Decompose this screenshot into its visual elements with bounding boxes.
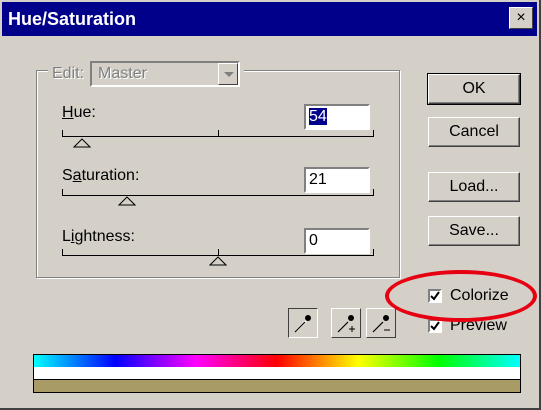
lightness-label: Lightness: [62, 228, 135, 245]
close-button[interactable]: × [509, 7, 533, 29]
preview-checkbox-row[interactable]: Preview [428, 317, 507, 335]
saturation-tick-right [373, 189, 374, 195]
lightness-tick-left [62, 249, 63, 255]
save-button[interactable]: Save... [428, 216, 520, 246]
close-icon: × [516, 9, 526, 26]
preview-label: Preview [450, 317, 507, 334]
saturation-tick-left [62, 189, 63, 195]
hue-input[interactable]: 54 [304, 104, 370, 130]
cancel-button[interactable]: Cancel [428, 117, 520, 147]
saturation-label: Saturation: [62, 167, 140, 184]
output-color-bar [33, 379, 521, 393]
colorize-checkbox-row[interactable]: Colorize [428, 287, 509, 305]
hue-tick-mid [218, 130, 219, 136]
eyedropper-plus-button[interactable] [331, 308, 361, 338]
hue-tick-left [62, 130, 63, 136]
hue-saturation-dialog: Hue/Saturation × Edit: Master Hue: 54 Sa… [0, 0, 541, 410]
load-button[interactable]: Load... [428, 172, 520, 202]
saturation-input[interactable]: 21 [304, 167, 370, 193]
chevron-down-icon[interactable] [218, 63, 239, 85]
colorize-checkbox[interactable] [428, 289, 442, 303]
hue-label: Hue: [62, 104, 96, 121]
eyedropper-icon [294, 315, 311, 333]
title-bar[interactable]: Hue/Saturation × [2, 2, 537, 36]
eyedropper-button[interactable] [288, 308, 318, 338]
edit-row: Edit: Master [48, 60, 245, 88]
input-spectrum-bar [33, 354, 521, 368]
edit-select-value: Master [98, 65, 147, 82]
edit-select[interactable]: Master [90, 61, 241, 87]
lightness-input[interactable]: 0 [304, 228, 370, 254]
eyedropper-minus-icon [372, 315, 390, 333]
eyedropper-plus-icon [337, 315, 355, 333]
window-title: Hue/Saturation [8, 9, 137, 29]
hue-slider-track[interactable] [62, 136, 374, 139]
preview-checkbox[interactable] [428, 319, 442, 333]
eyedropper-minus-button[interactable] [366, 308, 396, 338]
lightness-tick-right [373, 249, 374, 255]
hue-tick-right [373, 130, 374, 136]
ok-button[interactable]: OK [427, 73, 521, 105]
colorize-label: Colorize [450, 287, 509, 304]
edit-label: Edit: [52, 65, 85, 82]
saturation-slider-track[interactable] [62, 195, 374, 198]
lightness-tick-mid [218, 249, 219, 255]
